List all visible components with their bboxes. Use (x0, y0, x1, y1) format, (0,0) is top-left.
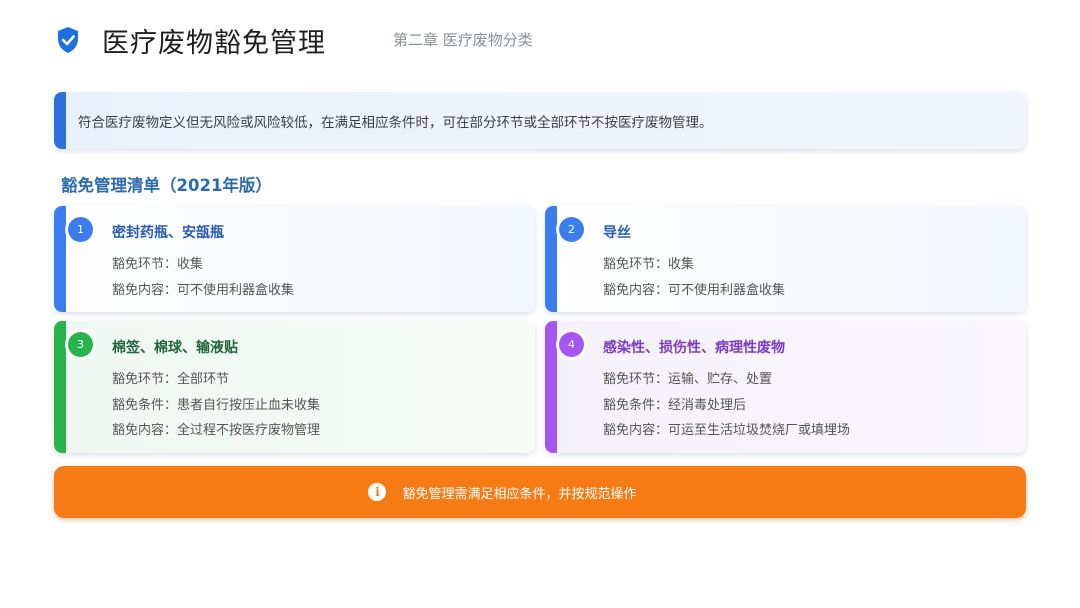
exemption-card-3: 3 棉签、棉球、输液贴 豁免环节：全部环节 豁免条件：患者自行按压止血未收集 豁… (54, 321, 535, 453)
card-accent-bar (54, 321, 66, 453)
card-number-badge: 4 (559, 332, 584, 357)
card-accent-bar (54, 206, 66, 312)
card-accent-bar (545, 206, 557, 312)
intro-text: 符合医疗废物定义但无风险或风险较低，在满足相应条件时，可在部分环节或全部环节不按… (78, 114, 713, 131)
card-line: 豁免环节：全部环节 (112, 372, 230, 387)
notice-banner: i 豁免管理需满足相应条件，并按规范操作 (54, 466, 1026, 518)
card-details: 豁免环节：收集 豁免内容：可不使用利器盒收集 (112, 256, 294, 307)
info-icon: i (368, 483, 387, 501)
card-line: 豁免条件：患者自行按压止血未收集 (112, 397, 321, 413)
card-number-badge: 2 (559, 217, 584, 242)
card-details: 豁免环节：运输、贮存、处置 豁免条件：经消毒处理后 豁免内容：可运至生活垃圾焚烧… (603, 371, 850, 448)
exemption-card-1: 1 密封药瓶、安瓿瓶 豁免环节：收集 豁免内容：可不使用利器盒收集 (54, 206, 535, 312)
card-line: 豁免内容：可运至生活垃圾焚烧厂或填埋场 (603, 423, 851, 438)
card-line: 豁免环节：运输、贮存、处置 (603, 372, 773, 387)
card-line: 豁免内容：可不使用利器盒收集 (112, 282, 295, 298)
card-line: 豁免环节：收集 (603, 257, 695, 272)
header: 医疗废物豁免管理 (56, 18, 326, 62)
page-title: 医疗废物豁免管理 (102, 27, 326, 59)
card-title: 棉签、棉球、输液贴 (112, 340, 238, 356)
card-line: 豁免内容：可不使用利器盒收集 (603, 282, 786, 298)
shield-check-icon (56, 26, 80, 54)
section-title: 豁免管理清单（2021年版） (61, 176, 272, 195)
intro-callout: 符合医疗废物定义但无风险或风险较低，在满足相应条件时，可在部分环节或全部环节不按… (54, 92, 1026, 149)
card-accent-bar (545, 321, 557, 453)
card-line: 豁免内容：全过程不按医疗废物管理 (112, 423, 321, 438)
card-number-badge: 1 (68, 217, 93, 242)
card-number-badge: 3 (68, 332, 93, 357)
chapter-subtitle: 第二章 医疗废物分类 (393, 31, 533, 49)
card-line: 豁免条件：经消毒处理后 (603, 397, 747, 413)
card-details: 豁免环节：全部环节 豁免条件：患者自行按压止血未收集 豁免内容：全过程不按医疗废… (112, 371, 320, 448)
notice-text: 豁免管理需满足相应条件，并按规范操作 (402, 486, 637, 502)
card-line: 豁免环节：收集 (112, 257, 204, 272)
card-details: 豁免环节：收集 豁免内容：可不使用利器盒收集 (603, 256, 785, 307)
exemption-card-2: 2 导丝 豁免环节：收集 豁免内容：可不使用利器盒收集 (545, 206, 1026, 312)
card-title: 感染性、损伤性、病理性废物 (603, 340, 785, 356)
card-title: 导丝 (603, 225, 631, 241)
exemption-card-4: 4 感染性、损伤性、病理性废物 豁免环节：运输、贮存、处置 豁免条件：经消毒处理… (545, 321, 1026, 453)
intro-accent-bar (54, 92, 66, 149)
card-title: 密封药瓶、安瓿瓶 (112, 225, 224, 241)
